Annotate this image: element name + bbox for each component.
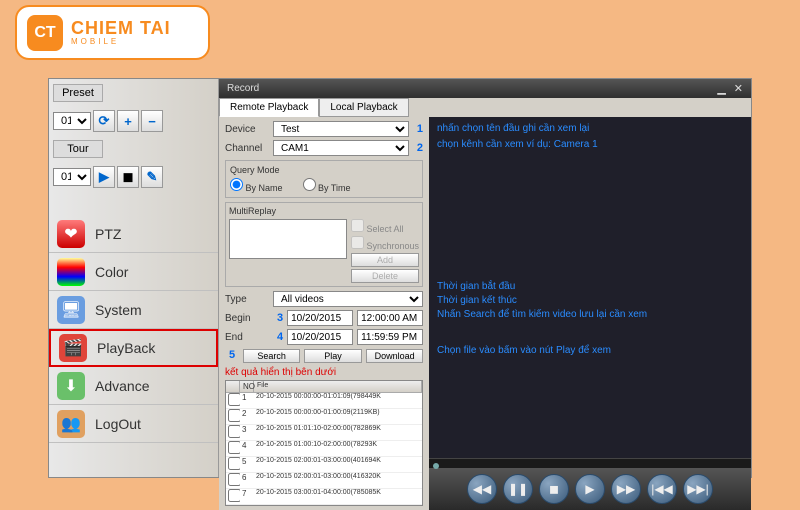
stop-icon[interactable]: ◼ bbox=[117, 166, 139, 188]
table-row[interactable]: 420-10-2015 01:00:10-02:00:00(78293K bbox=[226, 441, 422, 457]
arrow-down-icon: ⬇ bbox=[57, 372, 85, 400]
table-row[interactable]: 720-10-2015 03:00:01-04:00:00(785085K bbox=[226, 489, 422, 505]
annotation: Thời gian kết thúc bbox=[437, 295, 517, 306]
users-icon: 👥 bbox=[57, 410, 85, 438]
radio-by-time[interactable]: By Time bbox=[303, 178, 351, 193]
end-time-input[interactable] bbox=[357, 329, 423, 345]
callout-4: 4 bbox=[277, 331, 283, 343]
type-label: Type bbox=[225, 294, 269, 305]
sidebar-item-logout[interactable]: 👥 LogOut bbox=[49, 405, 218, 443]
col-file: File bbox=[254, 381, 422, 392]
begin-time-input[interactable] bbox=[357, 310, 423, 326]
table-row[interactable]: 120-10-2015 00:00:00-01:01:09(798449K bbox=[226, 393, 422, 409]
sidebar-item-advance[interactable]: ⬇ Advance bbox=[49, 367, 218, 405]
callout-2: 2 bbox=[417, 142, 423, 154]
progress-bar[interactable] bbox=[429, 458, 751, 468]
type-select[interactable]: All videos bbox=[273, 291, 423, 307]
delete-button[interactable]: Delete bbox=[351, 269, 419, 283]
annotation: Chọn file vào bấm vào nút Play để xem bbox=[437, 345, 611, 356]
multireplay-list[interactable] bbox=[229, 219, 347, 259]
monitor-icon: 🖥 bbox=[57, 296, 85, 324]
begin-date-input[interactable] bbox=[287, 310, 353, 326]
add-button[interactable]: Add bbox=[351, 253, 419, 267]
edit-icon[interactable]: ✎ bbox=[141, 166, 163, 188]
device-label: Device bbox=[225, 124, 269, 135]
sidebar-item-color[interactable]: Color bbox=[49, 253, 218, 291]
video-panel: nhấn chọn tên đầu ghi cần xem lại chọn k… bbox=[429, 117, 751, 510]
logo-sub: MOBILE bbox=[71, 37, 171, 46]
play-icon[interactable]: ▶ bbox=[93, 166, 115, 188]
preset-select[interactable]: 01 bbox=[53, 112, 91, 130]
result-caption: kết quả hiển thị bên dưới bbox=[225, 367, 423, 378]
select-all-check[interactable]: Select All bbox=[351, 219, 419, 234]
query-mode-title: Query Mode bbox=[230, 165, 418, 175]
sidebar-item-label: System bbox=[95, 302, 142, 318]
end-date-input[interactable] bbox=[287, 329, 353, 345]
brand-logo: CT CHIEM TAI MOBILE bbox=[15, 5, 210, 60]
minus-icon[interactable]: − bbox=[141, 110, 163, 132]
logo-name: CHIEM TAI bbox=[71, 19, 171, 37]
close-icon[interactable]: ✕ bbox=[734, 82, 743, 95]
palette-icon bbox=[57, 258, 85, 286]
tab-remote-playback[interactable]: Remote Playback bbox=[219, 98, 319, 117]
annotation: Thời gian bắt đầu bbox=[437, 281, 515, 292]
channel-label: Channel bbox=[225, 143, 269, 154]
annotation: nhấn chọn tên đầu ghi cần xem lại bbox=[437, 123, 589, 134]
synchronous-check[interactable]: Synchronous bbox=[351, 236, 419, 251]
table-row[interactable]: 620-10-2015 02:00:01-03:00:00(416320K bbox=[226, 473, 422, 489]
clapper-icon: 🎬 bbox=[59, 334, 87, 362]
sidebar-item-label: PTZ bbox=[95, 226, 121, 242]
refresh-icon[interactable]: ⟳ bbox=[93, 110, 115, 132]
sidebar-item-label: Advance bbox=[95, 378, 149, 394]
sidebar-item-label: PlayBack bbox=[97, 340, 155, 356]
app-window: Preset 01 ⟳ + − Tour 01 ▶ ◼ ✎ ❤ PTZ Colo… bbox=[48, 78, 752, 478]
callout-5: 5 bbox=[229, 349, 239, 363]
player-controls: ◀◀ ❚❚ ◼ ▶ ▶▶ |◀◀ ▶▶| bbox=[429, 468, 751, 510]
sidebar-item-label: LogOut bbox=[95, 416, 141, 432]
video-area[interactable]: nhấn chọn tên đầu ghi cần xem lại chọn k… bbox=[429, 117, 751, 468]
record-titlebar: Record ▁ ✕ bbox=[219, 79, 751, 98]
main-panel: Record ▁ ✕ Remote Playback Local Playbac… bbox=[219, 79, 751, 477]
sidebar-item-ptz[interactable]: ❤ PTZ bbox=[49, 215, 218, 253]
plus-icon[interactable]: + bbox=[117, 110, 139, 132]
annotation: Nhấn Search để tìm kiếm video lưu lại cầ… bbox=[437, 309, 647, 320]
sidebar-menu: ❤ PTZ Color 🖥 System 🎬 PlayBack ⬇ Advanc… bbox=[49, 215, 218, 443]
preset-label: Preset bbox=[53, 84, 103, 102]
logo-badge: CT bbox=[27, 15, 63, 51]
query-mode-box: Query Mode By Name By Time bbox=[225, 160, 423, 198]
play-button[interactable]: Play bbox=[304, 349, 361, 363]
search-button[interactable]: Search bbox=[243, 349, 300, 363]
sidebar-item-label: Color bbox=[95, 264, 128, 280]
table-row[interactable]: 520-10-2015 02:00:01-03:00:00(401694K bbox=[226, 457, 422, 473]
sidebar-item-playback[interactable]: 🎬 PlayBack bbox=[49, 329, 218, 367]
col-check bbox=[226, 381, 240, 392]
radio-by-name[interactable]: By Name bbox=[230, 178, 283, 193]
tour-label: Tour bbox=[53, 140, 103, 158]
results-table: NO File 120-10-2015 00:00:00-01:01:09(79… bbox=[225, 380, 423, 506]
multireplay-title: MultiReplay bbox=[229, 206, 419, 216]
callout-1: 1 bbox=[417, 123, 423, 135]
sidebar-item-system[interactable]: 🖥 System bbox=[49, 291, 218, 329]
channel-select[interactable]: CAM1 bbox=[273, 140, 409, 156]
heart-icon: ❤ bbox=[57, 220, 85, 248]
playback-tabs: Remote Playback Local Playback bbox=[219, 98, 751, 117]
callout-3: 3 bbox=[277, 312, 283, 324]
minimize-icon[interactable]: ▁ bbox=[717, 82, 725, 95]
multireplay-box: MultiReplay Select All Synchronous Add D… bbox=[225, 202, 423, 287]
begin-label: Begin bbox=[225, 313, 269, 324]
record-title: Record bbox=[227, 83, 259, 94]
search-form: Device Test 1 Channel CAM1 2 Query Mode … bbox=[219, 117, 429, 510]
device-select[interactable]: Test bbox=[273, 121, 409, 137]
download-button[interactable]: Download bbox=[366, 349, 423, 363]
col-no: NO bbox=[240, 381, 254, 392]
table-row[interactable]: 220-10-2015 00:00:00-01:00:09(2119KB) bbox=[226, 409, 422, 425]
tab-local-playback[interactable]: Local Playback bbox=[319, 98, 408, 117]
annotation: chọn kênh cần xem ví dụ: Camera 1 bbox=[437, 139, 598, 150]
end-label: End bbox=[225, 332, 269, 343]
sidebar: Preset 01 ⟳ + − Tour 01 ▶ ◼ ✎ ❤ PTZ Colo… bbox=[49, 79, 219, 477]
tour-select[interactable]: 01 bbox=[53, 168, 91, 186]
table-row[interactable]: 320-10-2015 01:01:10-02:00:00(782869K bbox=[226, 425, 422, 441]
